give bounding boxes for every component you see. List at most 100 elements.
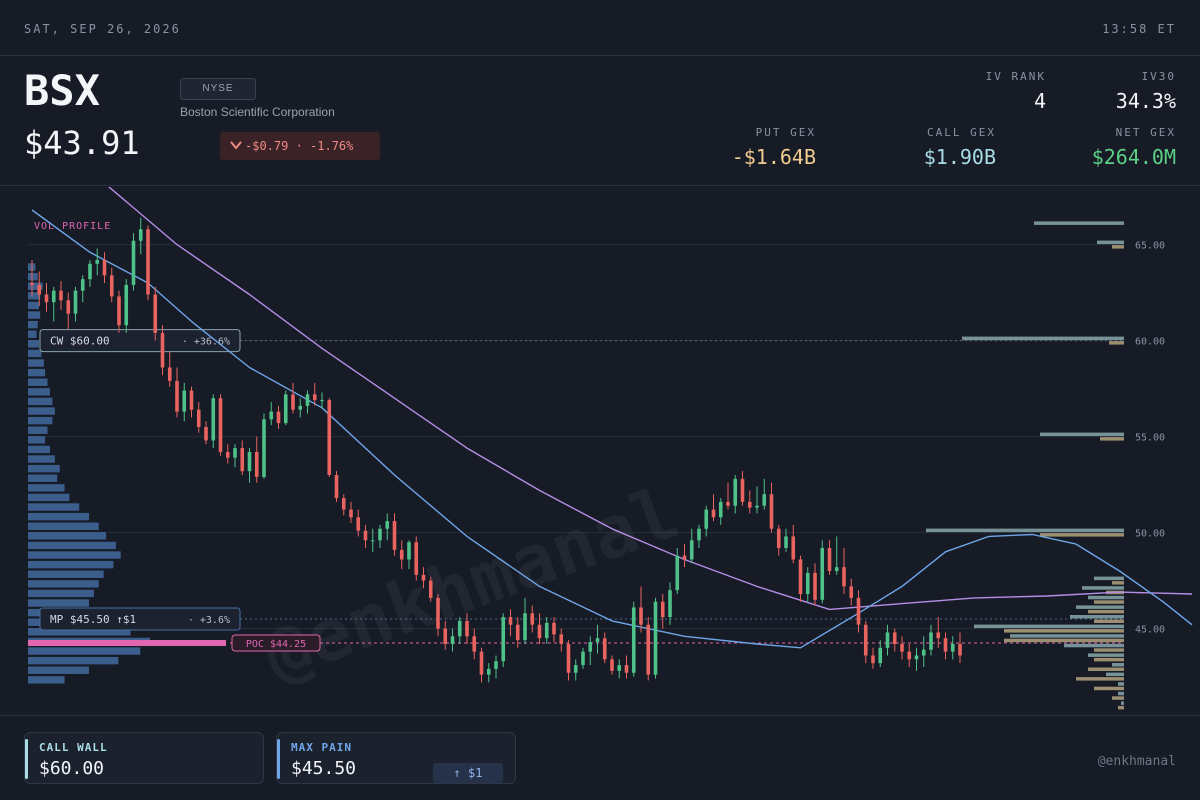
poc-profile-bar bbox=[28, 640, 226, 646]
candle bbox=[544, 617, 549, 644]
candle-body bbox=[885, 632, 890, 648]
candle-body bbox=[936, 632, 941, 639]
candle bbox=[863, 620, 868, 664]
candle-body bbox=[399, 549, 404, 560]
quote-header: BSX $43.91 NYSE Boston Scientific Corpor… bbox=[0, 56, 1200, 186]
put-gex-value: -$1.64B bbox=[731, 145, 816, 169]
gex-put-bar bbox=[1109, 341, 1124, 345]
ticker-symbol: BSX bbox=[24, 66, 100, 115]
candle-body bbox=[834, 567, 839, 571]
candle bbox=[378, 524, 382, 548]
vol-profile-bar bbox=[28, 532, 107, 540]
gex-put-bar bbox=[1040, 533, 1124, 537]
candle-body bbox=[479, 651, 484, 675]
candle bbox=[559, 628, 564, 652]
candle-body bbox=[414, 542, 419, 575]
candle bbox=[327, 398, 332, 477]
candle-body bbox=[312, 394, 317, 401]
candle bbox=[486, 663, 491, 683]
candle-body bbox=[276, 411, 281, 424]
candle bbox=[182, 382, 187, 422]
gex-call-bar bbox=[974, 624, 1124, 629]
vol-profile-bar bbox=[28, 320, 38, 329]
candle bbox=[573, 659, 578, 681]
candle bbox=[204, 421, 208, 445]
vol-profile-bar bbox=[28, 407, 55, 415]
candle bbox=[813, 563, 817, 606]
candle-body bbox=[798, 559, 803, 595]
candle-body bbox=[813, 572, 817, 600]
vol-profile-bar bbox=[28, 359, 44, 367]
candle-body bbox=[544, 622, 549, 639]
candle bbox=[88, 259, 92, 287]
gex-put-bar bbox=[1004, 629, 1124, 633]
candle-body bbox=[73, 290, 78, 314]
candle-body bbox=[182, 390, 187, 412]
gex-put-bar bbox=[1088, 609, 1124, 614]
vol-profile-bar bbox=[28, 589, 94, 598]
candle-body bbox=[211, 398, 216, 441]
candle bbox=[668, 582, 672, 625]
gex-call-bar bbox=[1010, 634, 1124, 638]
vol-profile-bar bbox=[28, 330, 37, 338]
candle-body bbox=[298, 405, 303, 410]
price-chart[interactable]: 45.00 50.00 55.00 60.00 65.00 @enkhmanal VOL P… bbox=[0, 125, 1200, 715]
candle bbox=[849, 578, 854, 606]
candle-body bbox=[921, 649, 926, 656]
candle-body bbox=[530, 613, 535, 625]
vol-profile-bar bbox=[28, 301, 39, 310]
candle bbox=[494, 655, 498, 679]
candle-body bbox=[102, 259, 107, 276]
candle-body bbox=[80, 279, 85, 291]
candle-body bbox=[341, 498, 346, 510]
candle bbox=[457, 617, 462, 644]
candle-body bbox=[682, 555, 687, 560]
candle-body bbox=[421, 574, 426, 581]
iv-rank-stat: IV RANK 4 bbox=[986, 70, 1046, 113]
candle bbox=[59, 281, 63, 310]
price-change-badge: -$0.79 · -1.76% bbox=[220, 132, 380, 160]
candle-body bbox=[849, 586, 854, 598]
candle bbox=[900, 636, 904, 660]
gex-call-bar bbox=[1082, 586, 1124, 590]
candle-body bbox=[233, 448, 237, 458]
candle-body bbox=[88, 263, 92, 280]
candle-body bbox=[950, 643, 955, 652]
candle-body bbox=[109, 275, 114, 297]
candle-body bbox=[907, 651, 912, 660]
gex-call-bar bbox=[1088, 653, 1124, 657]
max-pain-pct: · +3.6% bbox=[188, 615, 230, 626]
candle bbox=[892, 628, 897, 652]
candle bbox=[73, 286, 78, 322]
iv-rank-label: IV RANK bbox=[985, 70, 1046, 83]
candle-body bbox=[747, 501, 752, 508]
candle bbox=[943, 632, 948, 660]
candle-body bbox=[624, 665, 629, 673]
vol-profile-bar bbox=[28, 397, 53, 406]
candle-body bbox=[726, 501, 730, 506]
chart-svg[interactable]: 45.00 50.00 55.00 60.00 65.00 @enkhmanal VOL P… bbox=[0, 125, 1200, 715]
vol-profile-bar bbox=[28, 503, 80, 511]
candle bbox=[414, 536, 419, 581]
candle bbox=[834, 536, 839, 575]
candle-body bbox=[95, 259, 100, 264]
candle-body bbox=[602, 638, 607, 660]
vol-profile-bar bbox=[28, 493, 70, 502]
candle-body bbox=[138, 229, 143, 241]
max-pain-label: MAX PAIN bbox=[291, 741, 352, 754]
vol-profile-bar bbox=[28, 570, 104, 578]
time-label: 13:58 ET bbox=[1102, 22, 1176, 36]
max-pain-delta-badge: ↑ $1 bbox=[433, 763, 503, 783]
candle-body bbox=[370, 540, 375, 542]
gex-put-bar bbox=[1112, 696, 1124, 700]
y-tick-label: 60.00 bbox=[1135, 337, 1165, 348]
put-gex-stat: PUT GEX -$1.64B bbox=[732, 126, 816, 169]
y-tick-label: 50.00 bbox=[1135, 529, 1165, 540]
candle bbox=[639, 586, 643, 633]
last-price: $43.91 bbox=[24, 124, 140, 162]
gex-call-bar bbox=[1088, 595, 1124, 600]
candle-body bbox=[269, 411, 274, 420]
candle bbox=[44, 283, 49, 312]
candle bbox=[718, 498, 723, 525]
candle-body bbox=[204, 427, 208, 441]
